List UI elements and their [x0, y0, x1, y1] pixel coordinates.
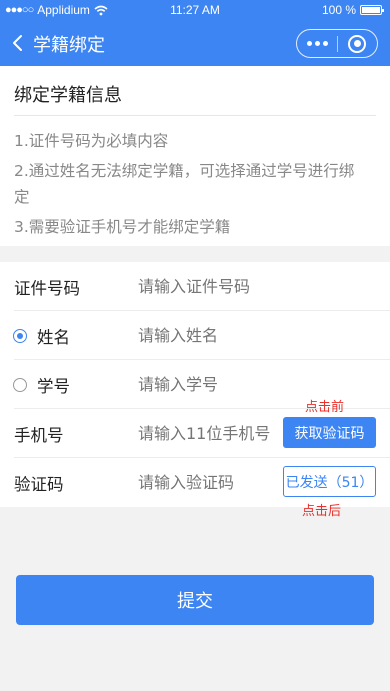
more-button[interactable]	[297, 30, 337, 57]
status-bar: ●●●○○ Applidium 11:27 AM 100 %	[0, 0, 390, 20]
tip-item: 2.通过姓名无法绑定学籍，可选择通过学号进行绑定	[14, 162, 355, 206]
nav-bar: 学籍绑定	[0, 20, 390, 66]
close-button[interactable]	[338, 30, 377, 57]
battery-percent: 100 %	[321, 3, 356, 17]
info-divider	[14, 115, 376, 116]
student-id-input[interactable]	[138, 372, 283, 396]
id-number-row: 证件号码	[0, 262, 390, 311]
id-number-label: 证件号码	[14, 279, 80, 298]
before-click-note: 点击前	[305, 400, 345, 415]
more-dot	[314, 41, 320, 46]
tips-list: 1.证件号码为必填内容 2.通过姓名无法绑定学籍，可选择通过学号进行绑定 3.需…	[14, 128, 364, 244]
id-number-input[interactable]	[138, 274, 283, 298]
battery-icon	[360, 5, 384, 15]
code-label: 验证码	[14, 475, 64, 494]
get-code-button[interactable]: 获取验证码	[283, 417, 376, 448]
page-title: 学籍绑定	[33, 35, 105, 56]
close-target-icon	[348, 34, 367, 53]
binding-form: 证件号码 姓名 学号 手机号 获取验证码 验证码 已发送（51）	[0, 262, 390, 507]
code-input[interactable]	[138, 470, 283, 494]
tip-item: 3.需要验证手机号才能绑定学籍	[14, 218, 231, 236]
info-title: 绑定学籍信息	[14, 85, 122, 106]
back-button[interactable]	[8, 28, 32, 58]
phone-input[interactable]	[138, 421, 283, 445]
tip-item: 1.证件号码为必填内容	[14, 132, 169, 150]
battery-group: 100 %	[321, 3, 384, 17]
student-id-label: 学号	[37, 377, 70, 396]
phone-label: 手机号	[14, 426, 64, 445]
name-input[interactable]	[138, 323, 283, 347]
name-radio[interactable]	[13, 329, 27, 343]
more-dot	[322, 41, 328, 46]
name-label: 姓名	[37, 328, 70, 347]
back-chevron-icon	[13, 35, 22, 51]
code-sent-button: 已发送（51）	[283, 466, 376, 497]
name-row: 姓名	[0, 311, 390, 360]
phone-row: 手机号 获取验证码	[0, 409, 390, 458]
info-card: 绑定学籍信息 1.证件号码为必填内容 2.通过姓名无法绑定学籍，可选择通过学号进…	[0, 66, 390, 246]
student-id-radio[interactable]	[13, 378, 27, 392]
close-target-dot	[353, 40, 361, 47]
mini-program-capsule	[296, 29, 378, 58]
more-dots-icon	[306, 41, 312, 46]
submit-button[interactable]: 提交	[16, 575, 374, 625]
after-click-note: 点击后	[302, 504, 342, 519]
